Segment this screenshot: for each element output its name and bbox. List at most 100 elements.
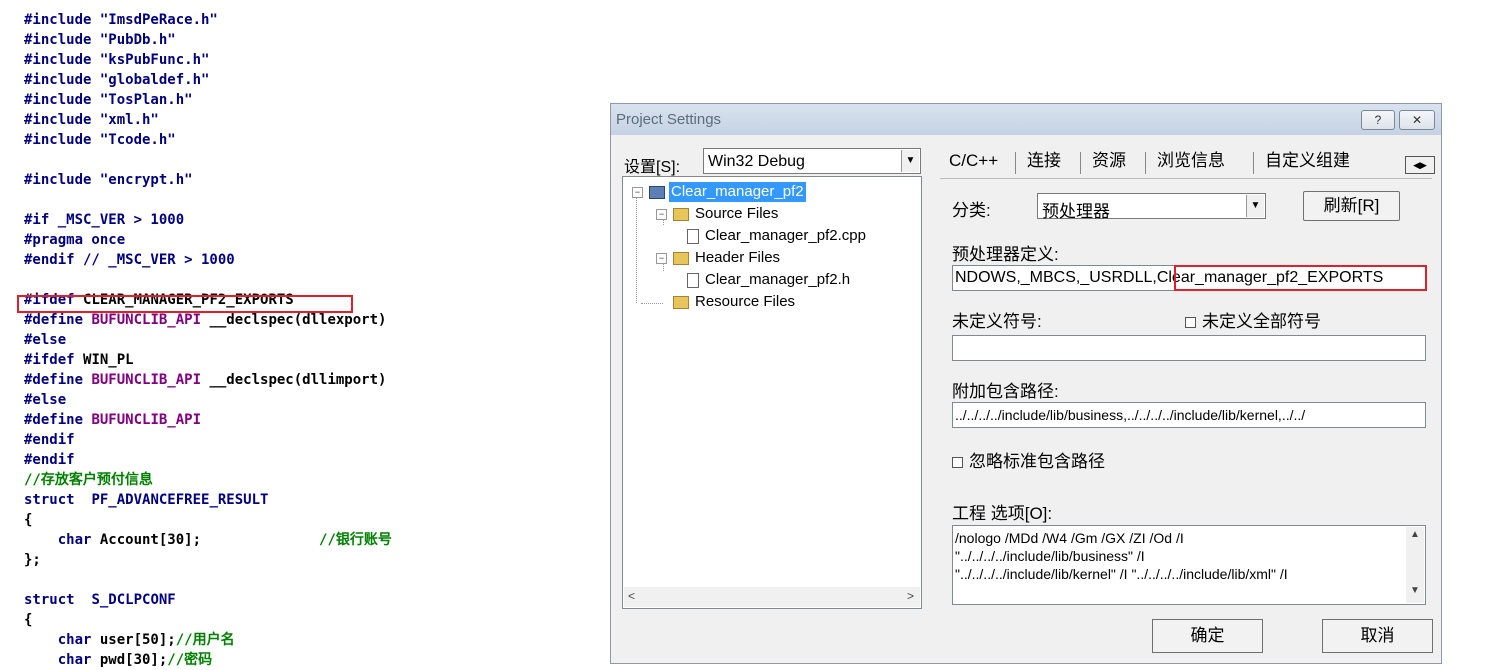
tab-link[interactable]: 连接 xyxy=(1027,146,1061,176)
code-line: #include "Tcode.h" xyxy=(24,130,176,150)
tab-resources[interactable]: 资源 xyxy=(1092,146,1126,176)
tree-node-source-file[interactable]: Clear_manager_pf2.cpp xyxy=(679,226,919,246)
code-token: Account[30]; xyxy=(99,532,202,548)
code-line: #define BUFUNCLIB_API __declspec(dllexpo… xyxy=(24,310,386,330)
checkbox-icon[interactable] xyxy=(1185,317,1196,329)
code-token: { xyxy=(24,612,33,628)
tab-separator xyxy=(1080,152,1081,174)
project-icon xyxy=(649,186,665,199)
tree-node-project[interactable]: − Clear_manager_pf2 xyxy=(629,182,919,202)
chevron-down-icon[interactable]: ▼ xyxy=(901,150,919,172)
code-token: struct xyxy=(24,592,92,608)
tab-browse-info[interactable]: 浏览信息 xyxy=(1157,146,1225,176)
category-label: 分类: xyxy=(952,201,991,220)
title-bar[interactable]: Project Settings ? ✕ xyxy=(611,104,1441,135)
checkbox-icon[interactable] xyxy=(952,457,963,469)
code-line: #endif // _MSC_VER > 1000 xyxy=(24,250,235,270)
code-token: user[50]; xyxy=(99,632,176,648)
code-token: "xml.h" xyxy=(99,112,159,128)
code-token: "TosPlan.h" xyxy=(99,92,193,108)
options-line: "../../../../include/lib/business" /I xyxy=(955,548,1145,564)
code-token: #endif xyxy=(24,452,75,468)
code-token: //存放客户预付信息 xyxy=(24,472,153,488)
code-token: #include xyxy=(24,52,100,68)
file-icon xyxy=(687,229,699,244)
chevron-down-icon[interactable]: ▼ xyxy=(1246,195,1264,217)
folder-icon xyxy=(673,296,689,309)
code-line: #else xyxy=(24,330,66,350)
tree-node-label: Header Files xyxy=(695,249,781,266)
code-token: #pragma once xyxy=(24,232,126,248)
code-token: #include xyxy=(24,172,100,188)
code-token: #include xyxy=(24,132,100,148)
code-token: WIN_PL xyxy=(83,352,134,368)
code-token: __declspec(dllimport) xyxy=(201,372,387,388)
collapse-icon[interactable]: − xyxy=(632,187,643,198)
code-token: #include xyxy=(24,12,100,28)
tab-c-cpp[interactable]: C/C++ xyxy=(949,146,998,176)
tree-line xyxy=(636,193,637,303)
include-path-field[interactable]: ../../../../include/lib/business,../../.… xyxy=(952,402,1426,428)
code-line: //存放客户预付信息 xyxy=(24,470,153,490)
code-token: #else xyxy=(24,332,67,348)
code-token: //密码 xyxy=(167,652,213,668)
code-token: #endif // _MSC_VER > 1000 xyxy=(24,252,235,268)
horizontal-scrollbar[interactable]: < > xyxy=(624,587,920,607)
code-token: //用户名 xyxy=(175,632,235,648)
project-options-label: 工程 选项[O]: xyxy=(952,504,1053,523)
code-line: }; xyxy=(24,550,41,570)
ok-button[interactable]: 确定 xyxy=(1152,619,1263,653)
tab-bar: C/C++ 连接 资源 浏览信息 自定义组建 ◀▶ xyxy=(937,146,1437,178)
code-line: #define BUFUNCLIB_API __declspec(dllimpo… xyxy=(24,370,386,390)
scroll-down-icon[interactable]: ▼ xyxy=(1410,585,1420,596)
scroll-right-icon[interactable]: > xyxy=(907,589,914,603)
code-line: #include "TosPlan.h" xyxy=(24,90,193,110)
collapse-icon[interactable]: − xyxy=(656,253,667,264)
ignore-std-paths-checkbox[interactable]: 忽略标准包含路径 xyxy=(952,447,1105,472)
code-token: "globaldef.h" xyxy=(99,72,210,88)
settings-label: 设置[S]: xyxy=(624,159,681,176)
undefine-all-checkbox[interactable]: 未定义全部符号 xyxy=(1185,307,1321,332)
settings-select[interactable]: Win32 Debug ▼ xyxy=(703,148,921,174)
close-button[interactable]: ✕ xyxy=(1399,110,1435,130)
collapse-icon[interactable]: − xyxy=(656,209,667,220)
file-tree[interactable]: − Clear_manager_pf2 − Source Files Clear… xyxy=(622,176,922,609)
code-token: }; xyxy=(24,552,41,568)
code-token: #include xyxy=(24,72,100,88)
include-path-label: 附加包含路径: xyxy=(952,382,1059,401)
ignore-std-paths-label: 忽略标准包含路径 xyxy=(969,452,1105,471)
scroll-up-icon[interactable]: ▲ xyxy=(1410,529,1420,540)
cancel-button[interactable]: 取消 xyxy=(1322,619,1433,653)
vertical-scrollbar[interactable]: ▲ ▼ xyxy=(1406,527,1424,603)
code-token: "PubDb.h" xyxy=(99,32,176,48)
code-line: #define BUFUNCLIB_API xyxy=(24,410,201,430)
tree-node-source-files[interactable]: − Source Files xyxy=(653,204,919,224)
tree-node-resource-files[interactable]: Resource Files xyxy=(667,292,919,312)
code-line: #ifdef WIN_PL xyxy=(24,350,134,370)
code-line: char pwd[30];//密码 xyxy=(24,650,212,670)
code-token: BUFUNCLIB_API xyxy=(91,412,202,428)
code-line: #include "encrypt.h" xyxy=(24,170,193,190)
scroll-left-icon[interactable]: < xyxy=(628,589,635,603)
code-token: S_DCLPCONF xyxy=(91,592,176,608)
tab-custom-build[interactable]: 自定义组建 xyxy=(1265,146,1350,176)
category-select[interactable]: 预处理器 ▼ xyxy=(1037,193,1266,221)
tree-node-label: Clear_manager_pf2.h xyxy=(705,271,851,288)
project-options-textarea[interactable]: /nologo /MDd /W4 /Gm /GX /ZI /Od /I "../… xyxy=(952,525,1426,605)
undefined-symbols-field[interactable] xyxy=(952,335,1426,361)
code-token: "ImsdPeRace.h" xyxy=(99,12,218,28)
tree-node-header-files[interactable]: − Header Files xyxy=(653,248,919,268)
tab-scroll-arrows[interactable]: ◀▶ xyxy=(1405,156,1435,174)
undefine-all-label: 未定义全部符号 xyxy=(1202,312,1321,331)
tree-node-header-file[interactable]: Clear_manager_pf2.h xyxy=(679,270,919,290)
tree-node-label: Resource Files xyxy=(695,293,796,310)
code-line: #pragma once xyxy=(24,230,125,250)
code-token: char xyxy=(24,632,100,648)
tree-node-label: Source Files xyxy=(695,205,779,222)
refresh-button[interactable]: 刷新[R] xyxy=(1303,191,1400,221)
category-select-value: 预处理器 xyxy=(1042,202,1110,221)
code-token: #endif xyxy=(24,432,75,448)
help-button[interactable]: ? xyxy=(1361,110,1395,130)
code-token: #define xyxy=(24,372,92,388)
code-token: { xyxy=(24,512,33,528)
